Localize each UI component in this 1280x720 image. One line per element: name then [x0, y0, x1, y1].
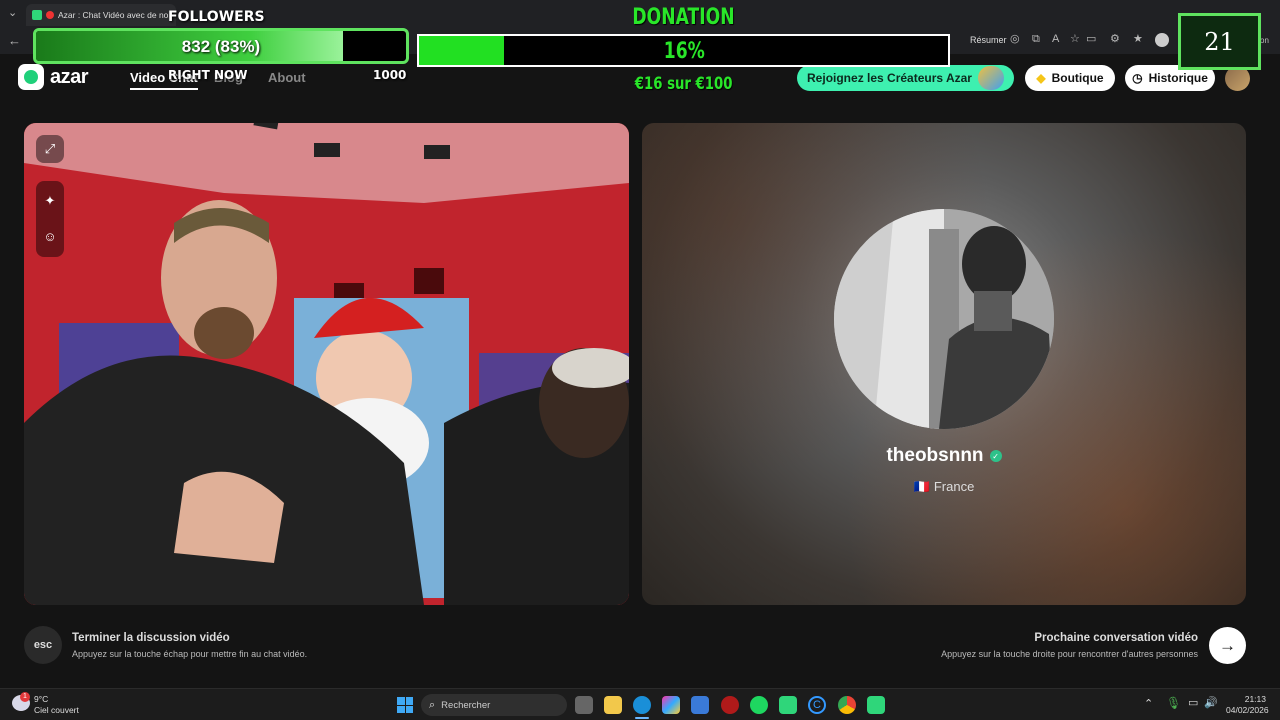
- partner-photo-image: [834, 209, 1054, 429]
- counter-value: 21: [1204, 27, 1235, 56]
- creators-badge-icon: [977, 66, 1004, 90]
- esc-key-button[interactable]: esc: [24, 626, 62, 664]
- windows-taskbar: 1 9°C Ciel couvert ⌕ Rechercher C ⌃ 🎙 ▭ …: [0, 688, 1280, 720]
- camera-icon[interactable]: ▭: [1086, 34, 1096, 45]
- diamond-icon: ◆: [1036, 71, 1046, 85]
- right-now-label: RIGHT NOW: [168, 68, 248, 82]
- partner-username: theobsnnn: [886, 445, 984, 466]
- display-icon[interactable]: ▭: [1188, 696, 1198, 709]
- donation-amount-wrap: €16 sur €100: [584, 74, 784, 94]
- next-chat-button[interactable]: →: [1209, 627, 1246, 664]
- partner-country: France: [933, 479, 975, 494]
- azar-logo[interactable]: azar: [18, 64, 89, 90]
- nav-active-underline: [130, 88, 198, 90]
- favorite-star-icon[interactable]: ☆: [1070, 34, 1080, 45]
- summarize-button[interactable]: Résumer: [970, 35, 1007, 45]
- right-now-value: 1000: [373, 68, 407, 82]
- creators-button[interactable]: Rejoignez les Créateurs Azar: [797, 65, 1014, 91]
- app-c-icon[interactable]: C: [808, 696, 826, 714]
- clock-icon: ◷: [1132, 71, 1143, 85]
- self-camera-feed: [24, 123, 629, 605]
- azar-logo-text: azar: [50, 65, 89, 88]
- followers-value: 832 (83%): [181, 37, 261, 56]
- edge-browser-icon[interactable]: [633, 696, 651, 714]
- partner-name-row: theobsnnn ✓: [642, 445, 1246, 467]
- open-in-app-icon[interactable]: ⧉: [1032, 34, 1040, 45]
- partner-country-row: 🇫🇷 France: [642, 479, 1246, 495]
- spotify-icon[interactable]: [750, 696, 768, 714]
- taskbar-search[interactable]: ⌕ Rechercher: [421, 694, 567, 716]
- file-explorer-icon[interactable]: [604, 696, 622, 714]
- end-chat-title: Terminer la discussion vidéo: [72, 632, 230, 644]
- clock-time[interactable]: 21:13: [1240, 694, 1266, 704]
- self-video-pane: ⤢ ✦ ☺: [24, 123, 629, 605]
- donation-percent-wrap: 16%: [584, 39, 784, 64]
- weather-badge: 1: [20, 692, 30, 702]
- followers-title: FOLLOWERS: [168, 9, 265, 25]
- chrome-icon[interactable]: [838, 696, 856, 714]
- profile-avatar[interactable]: [1155, 33, 1169, 47]
- sticker-face-icon[interactable]: ☺: [36, 222, 64, 250]
- history-button-label: Historique: [1148, 71, 1208, 85]
- tab-list-chevron-icon[interactable]: ⌄: [8, 8, 17, 19]
- shop-button[interactable]: ◆ Boutique: [1025, 65, 1115, 91]
- partner-video-pane: theobsnnn ✓ 🇫🇷 France: [642, 123, 1246, 605]
- expand-icon[interactable]: ⤢: [36, 135, 64, 163]
- next-chat-subtitle: Appuyez sur la touche droite pour rencon…: [941, 649, 1198, 659]
- favorites-icon[interactable]: ★: [1133, 34, 1143, 45]
- arrow-right-icon: →: [1219, 635, 1236, 655]
- store-icon[interactable]: [691, 696, 709, 714]
- verified-badge-icon: ✓: [989, 450, 1002, 462]
- weather-temp: 9°C: [34, 694, 49, 704]
- azar-logo-icon: [18, 64, 44, 90]
- read-aloud-icon[interactable]: A: [1052, 34, 1059, 45]
- partner-profile-photo: [834, 209, 1054, 429]
- azar-app-icon[interactable]: [779, 696, 797, 714]
- shop-button-label: Boutique: [1051, 71, 1104, 85]
- extensions-icon[interactable]: ⚙: [1110, 34, 1120, 45]
- end-chat-subtitle: Appuyez sur la touche échap pour mettre …: [72, 649, 308, 659]
- back-arrow-icon[interactable]: ←: [8, 34, 21, 47]
- task-view-icon[interactable]: [575, 696, 593, 714]
- donation-progress-fill: [419, 36, 504, 65]
- azar-pinned-icon[interactable]: [867, 696, 885, 714]
- tray-chevron-icon[interactable]: ⌃: [1144, 697, 1153, 710]
- tab-title: Azar : Chat Vidéo avec de no: [58, 10, 169, 20]
- magic-wand-icon[interactable]: ✦: [36, 187, 64, 215]
- weather-desc: Ciel couvert: [34, 705, 79, 715]
- clock-date[interactable]: 04/02/2026: [1226, 705, 1269, 715]
- donation-title-wrap: DONATION: [584, 5, 784, 30]
- browser-tab[interactable]: Azar : Chat Vidéo avec de no: [26, 4, 176, 26]
- volume-icon[interactable]: 🔊: [1204, 696, 1218, 709]
- followers-progress-bar: 832 (83%): [33, 28, 409, 64]
- microphone-icon[interactable]: 🎙: [1166, 696, 1181, 710]
- france-flag-icon: 🇫🇷: [913, 479, 930, 494]
- recording-indicator-icon: [46, 11, 54, 19]
- next-chat-title: Prochaine conversation vidéo: [1034, 632, 1198, 644]
- donation-percent: 16%: [663, 39, 705, 64]
- windows-start-icon[interactable]: [397, 697, 413, 713]
- donation-amount: €16 sur €100: [635, 74, 733, 94]
- search-icon: ⌕: [429, 698, 436, 711]
- nav-link-about[interactable]: About: [268, 70, 306, 85]
- edge-active-indicator: [635, 717, 649, 719]
- counter-widget: 21: [1178, 13, 1261, 70]
- summarize-icon: ◎: [1010, 33, 1020, 45]
- search-placeholder: Rechercher: [441, 699, 491, 711]
- creators-button-label: Rejoignez les Créateurs Azar: [807, 71, 972, 85]
- donation-title: DONATION: [632, 5, 736, 30]
- copilot-icon[interactable]: [662, 696, 680, 714]
- app-red-icon[interactable]: [721, 696, 739, 714]
- tab-favicon-icon: [32, 10, 42, 20]
